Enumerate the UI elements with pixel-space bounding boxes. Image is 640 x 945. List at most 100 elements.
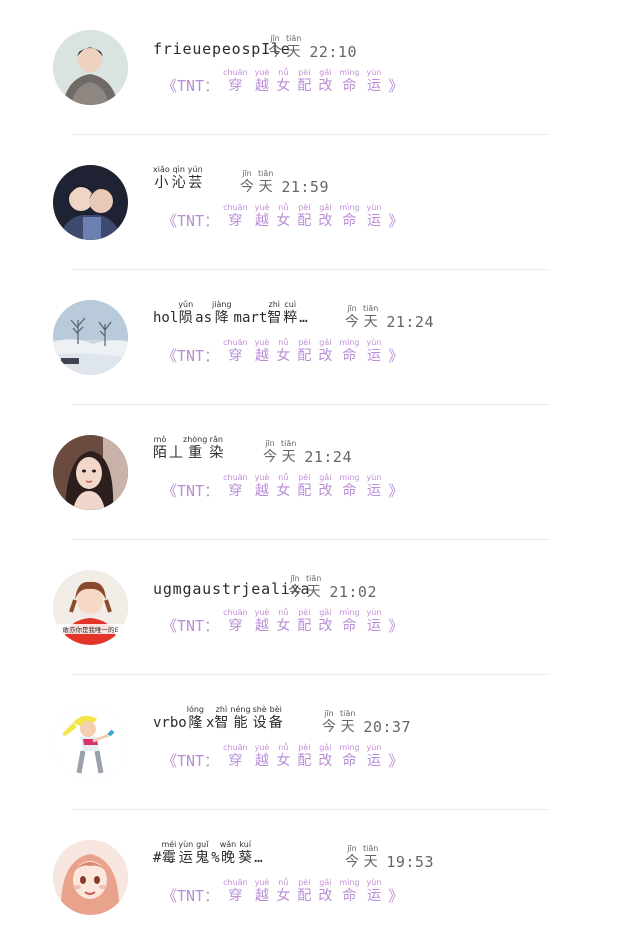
pinyin: mìng (339, 338, 360, 347)
time-value: 21:24 (386, 313, 434, 331)
pinyin: yùn (366, 608, 382, 617)
message-prefix: 《TNT： (162, 887, 220, 905)
list-item[interactable]: frieuepeospIle jīn 今 tiān 天 22:10 《TNT： chuān 穿 y… (0, 0, 640, 135)
pinyin: shè (252, 705, 267, 714)
message-prefix: 《TNT： (162, 212, 220, 230)
pinyin: qìn (172, 165, 185, 174)
message-suffix: 》 (388, 617, 404, 635)
day-char: jīn 今 (263, 439, 277, 466)
pinyin: jīn (347, 844, 357, 853)
hanzi: 染 (209, 445, 224, 461)
hanzi: 命 (342, 213, 357, 229)
pinyin: chuān (223, 203, 248, 212)
message-preview[interactable]: 《TNT： chuān 穿 yuè 越 nǚ 女 pèi 配 gǎi 改 mìng 命 yùn 运》 (162, 68, 403, 95)
message-char: mìng 命 (339, 473, 359, 500)
message-char: pèi 配 (297, 68, 311, 95)
hanzi: 运 (366, 348, 381, 364)
red-shirt-girl-avatar-icon[interactable]: 敢亦你是我唯一的E (53, 570, 128, 645)
pinyin: nǚ (278, 203, 289, 212)
pinyin: yuè (254, 473, 270, 482)
message-preview[interactable]: 《TNT： chuān 穿 yuè 越 nǚ 女 pèi 配 gǎi 改 mìng 命 yùn 运》 (162, 608, 403, 635)
hanzi: 越 (254, 888, 269, 904)
hanzi: 越 (254, 78, 269, 94)
message-char: yuè 越 (255, 473, 270, 500)
pinyin: nǚ (278, 473, 289, 482)
message-char: chuān 穿 (223, 473, 248, 500)
hanzi: 今 (268, 44, 282, 60)
day-char: tiān 天 (286, 34, 301, 61)
person-hoodie-avatar-icon[interactable] (53, 30, 128, 105)
message-suffix: 》 (388, 212, 404, 230)
anime-girl-avatar-icon[interactable] (53, 840, 128, 915)
hanzi: 鬼 (195, 850, 210, 866)
user-name[interactable]: mò 陌丄 zhòng 重 rǎn 染 (153, 435, 225, 462)
pinyin: gǎi (319, 68, 332, 77)
message-preview[interactable]: 《TNT： chuān 穿 yuè 越 nǚ 女 pèi 配 gǎi 改 mìng 命 yùn 运》 (162, 743, 403, 770)
pinyin: nǚ (278, 338, 289, 347)
time-value: 19:53 (386, 853, 434, 871)
pinyin: zhòng (183, 435, 208, 444)
user-name[interactable]: xiǎo 小 qìn 沁 yún 芸 (153, 165, 205, 192)
name-char: qìn 沁 (172, 165, 186, 192)
pinyin: nǚ (278, 743, 289, 752)
hanzi: 智 (267, 310, 282, 326)
message-char: yùn 运 (367, 473, 382, 500)
list-item[interactable]: xiǎo 小 qìn 沁 yún 芸 jīn 今 tiān 天 21:59 《TNT： chuān 穿 yu… (0, 135, 640, 270)
list-item[interactable]: mò 陌丄 zhòng 重 rǎn 染 jīn 今 tiān 天 21:24 《TNT： chuān 穿 y… (0, 405, 640, 540)
name-text: # (153, 850, 162, 866)
hanzi: 越 (254, 348, 269, 364)
pinyin: chuān (223, 473, 248, 482)
name-char: méi 霉 (161, 840, 176, 867)
hanzi: 配 (297, 213, 312, 229)
day-char: jīn 今 (345, 844, 359, 871)
pinyin: méi (161, 840, 177, 849)
hanzi: 天 (363, 314, 378, 330)
message-suffix: 》 (388, 887, 404, 905)
cartoon-girl-avatar-icon[interactable] (53, 705, 128, 780)
girl-portrait-avatar-icon[interactable] (53, 435, 128, 510)
list-item[interactable]: vrbo lóng 隆 x zhì 智 néng 能 shè 设 bèi 备 jīn 今 tiān 天 20:3… (0, 675, 640, 810)
user-name[interactable]: hol yǔn 陨 as jiàng 降 mart zhì 智 cuì 粹… (153, 300, 308, 327)
message-char: yuè 越 (255, 338, 270, 365)
hanzi: 配 (297, 483, 312, 499)
hanzi: 配 (297, 888, 312, 904)
hanzi: 女 (276, 348, 291, 364)
list-item[interactable]: # méi 霉 yùn 运 guǐ 鬼% wǎn 晚 kuí 葵… jīn 今 tiān 天 19:53 《TN… (0, 810, 640, 945)
message-preview[interactable]: 《TNT： chuān 穿 yuè 越 nǚ 女 pèi 配 gǎi 改 mìng 命 yùn 运》 (162, 338, 403, 365)
couple-avatar-icon[interactable] (53, 165, 128, 240)
name-text: … (299, 310, 308, 326)
message-char: pèi 配 (297, 608, 311, 635)
pinyin: mìng (339, 608, 360, 617)
pinyin: yuè (254, 878, 270, 887)
hanzi: 重 (188, 445, 203, 461)
pinyin: néng (230, 705, 251, 714)
pinyin: nǚ (278, 608, 289, 617)
hanzi: 命 (342, 483, 357, 499)
hanzi: 天 (258, 179, 273, 195)
message-preview[interactable]: 《TNT： chuān 穿 yuè 越 nǚ 女 pèi 配 gǎi 改 mìng 命 yùn 运》 (162, 203, 403, 230)
user-name[interactable]: ugmgaustrjealixa (153, 580, 310, 598)
pinyin: mìng (339, 878, 360, 887)
pinyin: gǎi (319, 338, 332, 347)
pinyin: chuān (223, 338, 248, 347)
hanzi: 运 (366, 888, 381, 904)
name-char: néng 能 (230, 705, 250, 732)
hanzi: 命 (342, 888, 357, 904)
hanzi: 命 (342, 348, 357, 364)
day-label: jīn 今 tiān 天 (263, 439, 296, 466)
hanzi: 命 (342, 753, 357, 769)
message-char: yuè 越 (255, 203, 270, 230)
message-preview[interactable]: 《TNT： chuān 穿 yuè 越 nǚ 女 pèi 配 gǎi 改 mìng 命 yùn 运》 (162, 878, 403, 905)
user-name[interactable]: # méi 霉 yùn 运 guǐ 鬼% wǎn 晚 kuí 葵… (153, 840, 263, 867)
winter-landscape-avatar-icon[interactable] (53, 300, 128, 375)
pinyin: xiǎo (153, 165, 170, 174)
message-char: gǎi 改 (318, 68, 332, 95)
user-name[interactable]: vrbo lóng 隆 x zhì 智 néng 能 shè 设 bèi 备 (153, 705, 285, 732)
message-preview[interactable]: 《TNT： chuān 穿 yuè 越 nǚ 女 pèi 配 gǎi 改 mìng 命 yùn 运》 (162, 473, 403, 500)
pinyin: rǎn (209, 435, 223, 444)
list-item[interactable]: 敢亦你是我唯一的E ugmgaustrjealixa jīn 今 tiān 天 21:02 《… (0, 540, 640, 675)
hanzi: 女 (276, 213, 291, 229)
hanzi: 小 (154, 175, 169, 191)
name-text: mart (233, 310, 268, 326)
list-item[interactable]: hol yǔn 陨 as jiàng 降 mart zhì 智 cuì 粹… jīn 今 tiān 天 21:… (0, 270, 640, 405)
